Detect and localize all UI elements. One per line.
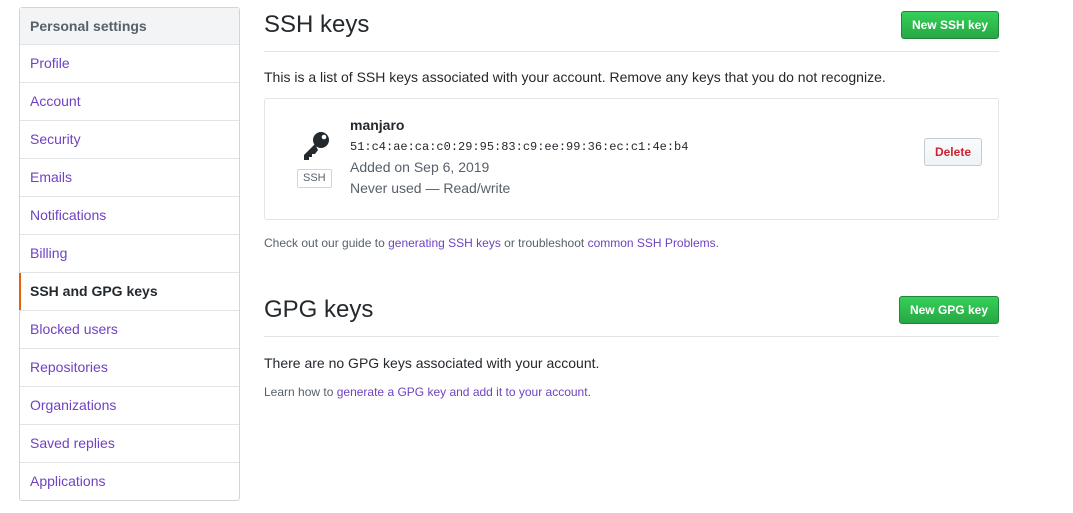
sidebar-item-organizations[interactable]: Organizations (20, 387, 239, 425)
sidebar-item-security[interactable]: Security (20, 121, 239, 159)
sidebar-item-saved-replies[interactable]: Saved replies (20, 425, 239, 463)
settings-sidebar: Personal settings Profile Account Securi… (19, 7, 240, 501)
gpg-section-header: GPG keys New GPG key (264, 276, 999, 337)
sidebar-item-applications[interactable]: Applications (20, 463, 239, 500)
new-ssh-key-button[interactable]: New SSH key (900, 11, 999, 39)
sidebar-header: Personal settings (20, 8, 239, 45)
ssh-guide-prefix: Check out our guide to (264, 236, 385, 250)
gpg-section-title: GPG keys (264, 296, 374, 323)
sidebar-item-emails[interactable]: Emails (20, 159, 239, 197)
gpg-empty-text: There are no GPG keys associated with yo… (264, 355, 600, 371)
ssh-key-usage: Never used — Read/write (350, 180, 511, 196)
ssh-key-title: manjaro (350, 117, 405, 133)
sidebar-item-profile[interactable]: Profile (20, 45, 239, 83)
gpg-learn-prefix: Learn how to (264, 385, 334, 399)
ssh-key-fingerprint: 51:c4:ae:ca:c0:29:95:83:c9:ee:99:36:ec:c… (350, 140, 689, 154)
sidebar-item-billing[interactable]: Billing (20, 235, 239, 273)
ssh-section-title: SSH keys (264, 11, 370, 38)
new-gpg-key-button[interactable]: New GPG key (898, 296, 999, 324)
sidebar-item-account[interactable]: Account (20, 83, 239, 121)
gpg-learn-suffix: . (587, 385, 591, 399)
ssh-type-label: SSH (297, 169, 332, 188)
ssh-key-added-date: Added on Sep 6, 2019 (350, 159, 490, 175)
ssh-guide-suffix: . (715, 236, 719, 250)
sidebar-item-blocked-users[interactable]: Blocked users (20, 311, 239, 349)
ssh-guide-note: Check out our guide to generating SSH ke… (264, 236, 999, 250)
generating-ssh-keys-link[interactable]: generating SSH keys (388, 236, 501, 250)
delete-ssh-key-button[interactable]: Delete (923, 138, 982, 166)
sidebar-item-repositories[interactable]: Repositories (20, 349, 239, 387)
ssh-key-row: SSH manjaro 51:c4:ae:ca:c0:29:95:83:c9:e… (264, 98, 999, 220)
sidebar-item-ssh-gpg-keys[interactable]: SSH and GPG keys (19, 273, 239, 311)
ssh-guide-middle: or troubleshoot (504, 236, 585, 250)
key-icon (300, 131, 332, 161)
ssh-intro-text: This is a list of SSH keys associated wi… (264, 69, 886, 85)
ssh-section-header: SSH keys New SSH key (264, 0, 999, 52)
sidebar-item-notifications[interactable]: Notifications (20, 197, 239, 235)
common-ssh-problems-link[interactable]: common SSH Problems (588, 236, 716, 250)
gpg-learn-note: Learn how to generate a GPG key and add … (264, 385, 999, 399)
main-content: SSH keys New SSH key This is a list of S… (264, 0, 999, 399)
generate-gpg-key-link[interactable]: generate a GPG key and add it to your ac… (337, 385, 588, 399)
